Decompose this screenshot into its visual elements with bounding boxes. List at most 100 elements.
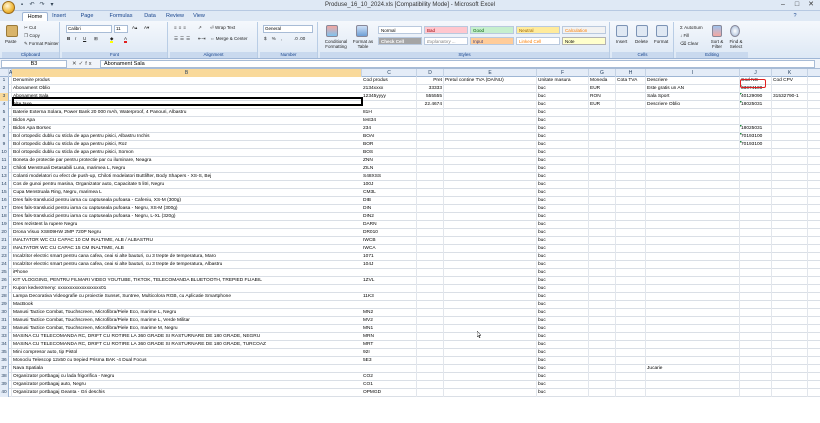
cell-j[interactable]: 18025031	[740, 125, 772, 133]
cell-g[interactable]	[589, 269, 616, 277]
cell-e[interactable]	[444, 269, 537, 277]
cell-j[interactable]	[740, 117, 772, 125]
style-input[interactable]: Input	[470, 37, 514, 45]
cell-f[interactable]: buc	[537, 341, 589, 349]
cell-k[interactable]	[772, 213, 808, 221]
cell-c[interactable]: CM3L	[362, 189, 417, 197]
grow-font-icon[interactable]: A▴	[132, 25, 137, 31]
cell-d[interactable]	[417, 373, 444, 381]
tab-formulas[interactable]: Formulas	[108, 12, 134, 21]
cell-k[interactable]	[772, 389, 808, 397]
cell-c[interactable]: 2134xxxx	[362, 85, 417, 93]
cell-h[interactable]: Cota TVA	[616, 77, 646, 85]
cell-k[interactable]	[772, 141, 808, 149]
cell-c[interactable]: 104J	[362, 261, 417, 269]
cell-c[interactable]: IWCB	[362, 237, 417, 245]
row-header[interactable]: 15	[0, 189, 9, 197]
cell-g[interactable]	[589, 229, 616, 237]
cell-c[interactable]: CO1	[362, 381, 417, 389]
cell-g[interactable]	[589, 341, 616, 349]
cell-b[interactable]: Manusi Tactice Combat, Touchscreen, Micr…	[12, 325, 362, 333]
cell-i[interactable]	[646, 189, 740, 197]
cell-k[interactable]: 31532790-1	[772, 93, 808, 101]
cell-d[interactable]: 22.4674	[417, 101, 444, 109]
cell-f[interactable]: buc	[537, 293, 589, 301]
cell-c[interactable]: MV2	[362, 317, 417, 325]
cell-b[interactable]: Colanti modelatori cu efect de push-up, …	[12, 173, 362, 181]
cell-c[interactable]: OPMGD	[362, 389, 417, 397]
cell-c[interactable]: DR010	[362, 229, 417, 237]
cell-h[interactable]	[616, 93, 646, 101]
cell-i[interactable]	[646, 269, 740, 277]
row-header[interactable]: 31	[0, 317, 9, 325]
cell-b[interactable]: Lampa Decorativa Videografie cu proiecti…	[12, 293, 362, 301]
underline-icon[interactable]: U	[83, 36, 86, 41]
cancel-icon[interactable]: ✕	[72, 61, 79, 67]
cell-e[interactable]	[444, 173, 537, 181]
cell-e[interactable]	[444, 205, 537, 213]
cell-i[interactable]	[646, 181, 740, 189]
cell-d[interactable]	[417, 133, 444, 141]
cell-d[interactable]	[417, 173, 444, 181]
cell-i[interactable]	[646, 205, 740, 213]
cell-e[interactable]	[444, 93, 537, 101]
cell-j[interactable]	[740, 189, 772, 197]
cell-f[interactable]: buc	[537, 309, 589, 317]
cell-d[interactable]	[417, 381, 444, 389]
cell-d[interactable]	[417, 149, 444, 157]
cell-k[interactable]	[772, 357, 808, 365]
cell-e[interactable]	[444, 85, 537, 93]
close-icon[interactable]: ✕	[804, 0, 818, 10]
cell-j[interactable]	[740, 253, 772, 261]
cell-h[interactable]	[616, 181, 646, 189]
sort-filter-button[interactable]: Sort & Filter	[709, 39, 725, 49]
cell-e[interactable]	[444, 373, 537, 381]
vertical-align-icons[interactable]: ≡≡≡	[174, 25, 188, 30]
shrink-font-icon[interactable]: A▾	[144, 25, 149, 31]
cell-k[interactable]	[772, 125, 808, 133]
cell-j[interactable]	[740, 341, 772, 349]
cell-h[interactable]	[616, 173, 646, 181]
cell-c[interactable]	[362, 301, 417, 309]
cell-k[interactable]	[772, 269, 808, 277]
name-box[interactable]: B3	[1, 60, 67, 68]
orientation-icon[interactable]: ↗	[198, 25, 202, 31]
cell-b[interactable]: Dres fals-translucid pentru iarna cu cap…	[12, 197, 362, 205]
cell-i[interactable]	[646, 381, 740, 389]
cell-j[interactable]	[740, 389, 772, 397]
cell-i[interactable]	[646, 389, 740, 397]
cell-d[interactable]	[417, 269, 444, 277]
cell-k[interactable]	[772, 301, 808, 309]
cell-k[interactable]	[772, 221, 808, 229]
cell-i[interactable]	[646, 245, 740, 253]
borders-icon[interactable]: ⊞	[94, 36, 98, 42]
cell-f[interactable]: buc	[537, 277, 589, 285]
cell-g[interactable]: EUR	[589, 85, 616, 93]
cell-c[interactable]: IWCA	[362, 245, 417, 253]
row-header[interactable]: 3	[0, 93, 9, 101]
cell-e[interactable]	[444, 157, 537, 165]
cell-g[interactable]	[589, 285, 616, 293]
cell-f[interactable]: buc	[537, 389, 589, 397]
cell-f[interactable]: buc	[537, 101, 589, 109]
cell-k[interactable]	[772, 333, 808, 341]
cell-h[interactable]	[616, 301, 646, 309]
number-format-icons[interactable]: $ % ,	[264, 36, 284, 41]
fill-button[interactable]: ↓ Fill	[680, 33, 689, 38]
cell-i[interactable]	[646, 237, 740, 245]
sort-filter-icon[interactable]	[712, 25, 722, 37]
cell-d[interactable]	[417, 301, 444, 309]
font-name-select[interactable]: Calibri	[66, 25, 112, 33]
cell-d[interactable]	[417, 245, 444, 253]
cell-e[interactable]	[444, 293, 537, 301]
find-select-icon[interactable]	[730, 25, 740, 37]
cell-h[interactable]	[616, 277, 646, 285]
cell-c[interactable]	[362, 285, 417, 293]
cell-j[interactable]	[740, 229, 772, 237]
cell-f[interactable]: buc	[537, 373, 589, 381]
row-header[interactable]: 6	[0, 117, 9, 125]
cell-j[interactable]	[740, 109, 772, 117]
cell-c[interactable]: ZILN	[362, 165, 417, 173]
minimize-icon[interactable]: –	[776, 0, 790, 10]
cell-c[interactable]: 11K3	[362, 293, 417, 301]
